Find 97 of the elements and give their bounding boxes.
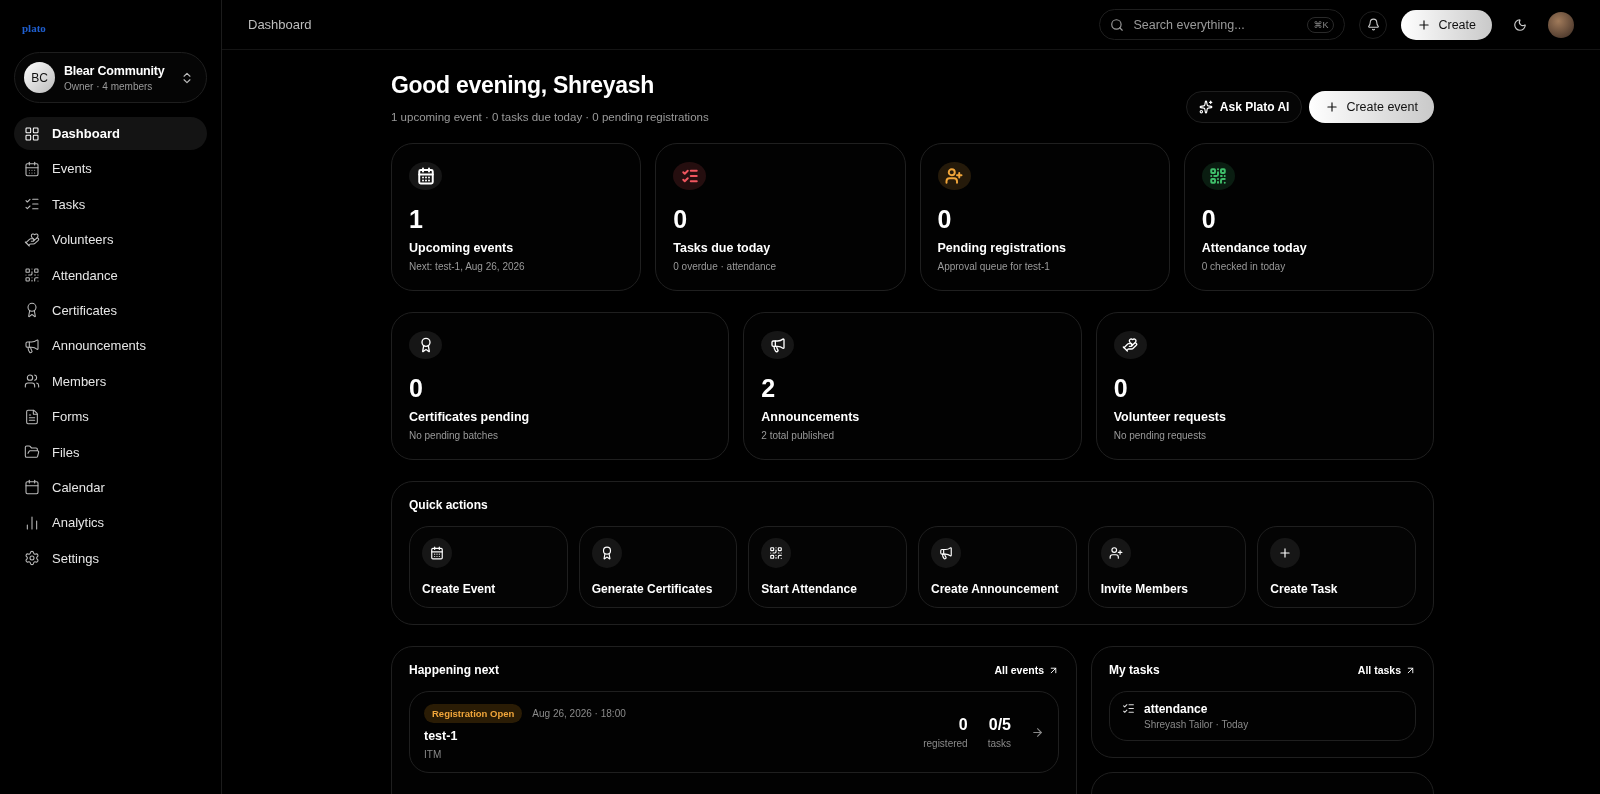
megaphone-icon	[769, 337, 786, 353]
nav-item[interactable]: Volunteers	[14, 223, 207, 257]
nav-item[interactable]: Forms	[14, 400, 207, 434]
nav-item[interactable]: Certificates	[14, 293, 207, 327]
stat-label: Attendance today	[1201, 241, 1308, 255]
workspace-meta: Owner · 4 members	[64, 80, 154, 92]
search-icon	[1110, 17, 1125, 32]
quick-action-button[interactable]: Generate Certificates	[578, 526, 738, 608]
stat-note: Approval queue for test-1	[937, 261, 1051, 272]
registered-count: 0	[958, 715, 968, 734]
task-item[interactable]: attendance Shreyash Tailor · Today	[1109, 691, 1416, 741]
nav-item[interactable]: Attendance	[14, 258, 207, 292]
event-date: Aug 26, 2026 · 18:00	[532, 708, 626, 719]
quick-action-button[interactable]: Create Announcement	[918, 526, 1077, 608]
calendar-icon	[430, 546, 444, 560]
task-title: attendance	[1144, 702, 1209, 716]
stat-label: Tasks due today	[673, 241, 772, 255]
registered-label: registered	[923, 737, 968, 749]
event-card[interactable]: Registration Open Aug 26, 2026 · 18:00 test-1 ITM 0 registered 0/5 tasks	[409, 691, 1059, 773]
stat-note: 0 overdue · attendance	[673, 261, 778, 272]
hand-heart-icon	[24, 231, 40, 248]
nav-item[interactable]: Files	[14, 435, 207, 469]
breadcrumb: Dashboard	[248, 17, 313, 32]
nav-item[interactable]: Settings	[14, 541, 207, 575]
stat-value: 1	[409, 205, 424, 234]
quick-action-button[interactable]: Create Task	[1257, 526, 1416, 608]
stat-label: Announcements	[761, 410, 861, 424]
stat-value: 0	[1201, 205, 1217, 234]
document-icon	[24, 408, 40, 425]
nav-item[interactable]: Dashboard	[14, 117, 207, 150]
search-input[interactable]: Search everything...	[1131, 16, 1301, 33]
calendar-icon	[24, 479, 40, 496]
task-meta: Shreyash Tailor · Today	[1144, 719, 1249, 730]
stat-note: Next: test-1, Aug 26, 2026	[409, 261, 526, 272]
quick-action-button[interactable]: Invite Members	[1087, 526, 1247, 608]
dashboard-grid-icon	[24, 125, 40, 142]
tasks-count: 0/5	[988, 715, 1011, 734]
arrow-right-icon	[1031, 725, 1044, 739]
plus-icon	[1278, 546, 1293, 560]
user-avatar[interactable]	[1548, 11, 1574, 38]
nav-item[interactable]: Members	[14, 364, 207, 398]
checklist-icon	[1122, 702, 1135, 715]
plus-icon	[1325, 100, 1340, 114]
nav-item[interactable]: Calendar	[14, 470, 207, 504]
quick-action-button[interactable]: Start Attendance	[748, 526, 907, 608]
bar-chart-icon	[24, 514, 40, 531]
bell-icon	[1366, 18, 1380, 31]
event-name: test-1	[424, 729, 459, 743]
calendar-icon	[24, 160, 40, 177]
brand-logo: plato	[21, 22, 46, 34]
panel-title: Happening next	[409, 663, 499, 677]
status-badge: Registration Open	[424, 704, 523, 723]
stat-note: 2 total published	[761, 430, 836, 441]
megaphone-icon	[24, 337, 40, 354]
stat-note: No pending requests	[1113, 430, 1207, 441]
stat-note: 0 checked in today	[1201, 261, 1287, 272]
user-plus-icon	[1108, 546, 1123, 560]
sparkles-icon	[1198, 100, 1213, 114]
stat-label: Upcoming events	[409, 241, 515, 255]
ask-ai-button[interactable]: Ask Plato AI	[1185, 91, 1303, 123]
stat-value: 0	[937, 205, 953, 234]
plus-icon	[1417, 17, 1432, 32]
stat-value: 2	[761, 374, 777, 403]
stat-label: Pending registrations	[937, 241, 1067, 255]
stat-label: Certificates pending	[409, 410, 531, 424]
greeting-subtitle: 1 upcoming event · 0 tasks due today · 0 pending registrations	[391, 111, 709, 123]
nav-item[interactable]: Events	[14, 152, 207, 186]
nav-item[interactable]: Analytics	[14, 506, 207, 540]
workspace-switcher[interactable]: BC Blear Community Owner · 4 members	[14, 52, 207, 103]
greeting-title: Good evening, Shreyash	[391, 72, 656, 99]
create-button[interactable]: Create	[1401, 9, 1492, 40]
stat-value: 0	[673, 205, 689, 234]
stat-value: 0	[1113, 374, 1129, 403]
create-event-button[interactable]: Create event	[1309, 91, 1434, 123]
stat-note: No pending batches	[409, 430, 499, 441]
nav-item[interactable]: Announcements	[14, 329, 207, 363]
stat-value: 0	[409, 374, 424, 403]
all-tasks-link[interactable]: All tasks	[1357, 664, 1416, 676]
event-venue: ITM	[424, 749, 443, 760]
settings-icon	[24, 550, 40, 567]
megaphone-icon	[939, 546, 953, 560]
all-events-link[interactable]: All events	[994, 664, 1059, 676]
moon-icon	[1513, 17, 1527, 32]
panel-title: My tasks	[1109, 663, 1160, 677]
qr-code-icon	[769, 546, 784, 560]
panel-title: Quick actions	[409, 498, 489, 512]
folder-icon	[24, 444, 40, 460]
nav-item[interactable]: Tasks	[14, 187, 207, 221]
hand-heart-icon	[1122, 337, 1139, 353]
award-icon	[24, 302, 40, 319]
users-icon	[24, 373, 40, 390]
stat-label: Volunteer requests	[1113, 410, 1227, 424]
quick-action-button[interactable]: Create Event	[409, 526, 568, 608]
qr-code-icon	[24, 267, 40, 284]
workspace-name: Blear Community	[64, 63, 166, 78]
tasks-label: tasks	[987, 737, 1011, 749]
workspace-avatar: BC	[24, 62, 55, 93]
